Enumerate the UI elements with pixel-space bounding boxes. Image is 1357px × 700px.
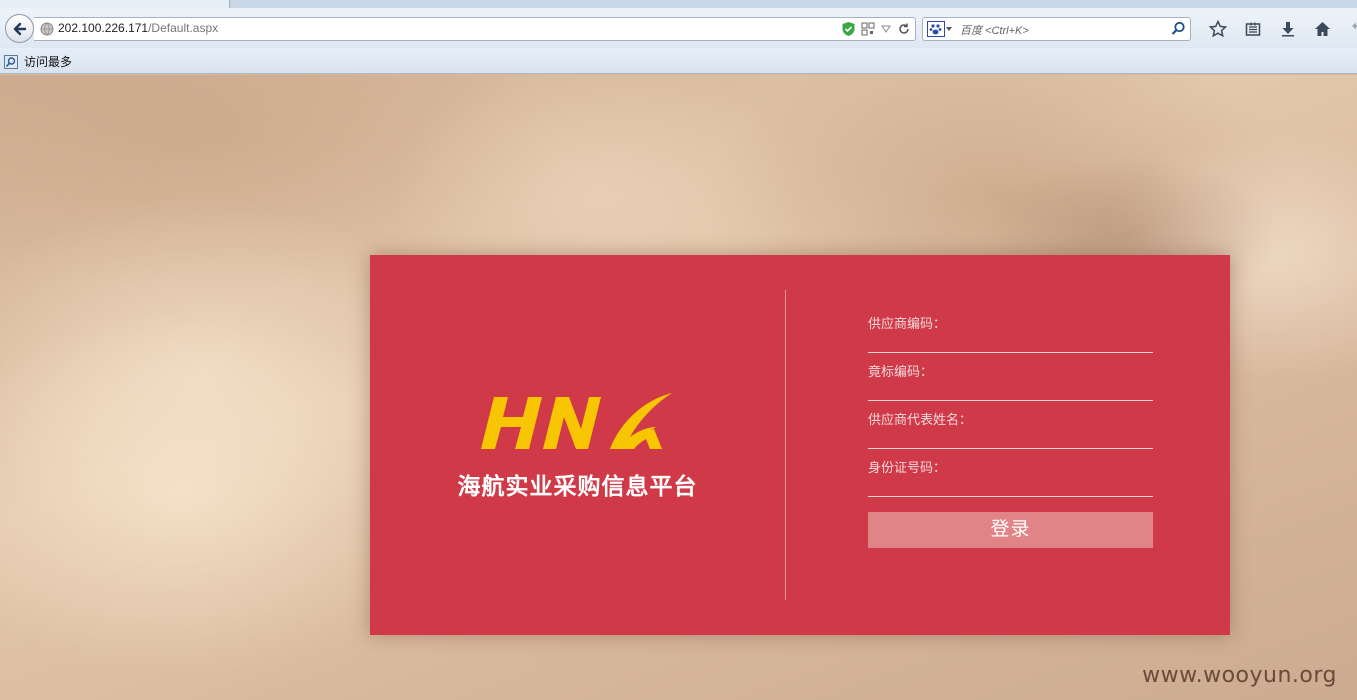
id-number-field[interactable]: 身份证号码： (868, 449, 1153, 497)
engine-dropdown-icon (946, 27, 952, 31)
bookmark-star-button[interactable] (1200, 18, 1235, 40)
bookmark-most-visited[interactable]: 访问最多 (4, 53, 72, 70)
search-placeholder: 百度 <Ctrl+K> (960, 25, 1029, 37)
bid-code-field[interactable]: 竟标编码： (868, 353, 1153, 401)
id-number-input[interactable] (868, 449, 1153, 481)
back-arrow-icon (13, 22, 26, 35)
search-bar[interactable]: 百度 <Ctrl+K> (922, 17, 1191, 41)
baidu-paw-icon (927, 21, 945, 37)
tab-strip (0, 0, 1357, 8)
navigation-toolbar: 202.100.226.171/Default.aspx 百度 <Ctrl+K> (0, 8, 1357, 48)
address-bar[interactable]: 202.100.226.171/Default.aspx (34, 17, 916, 41)
back-button[interactable] (5, 14, 34, 43)
vertical-divider (785, 290, 786, 600)
supplier-code-field[interactable]: 供应商编码： (868, 305, 1153, 353)
active-tab[interactable] (0, 0, 230, 8)
login-form: 供应商编码： 竟标编码： 供应商代表姓名： 身份证号码： (868, 305, 1153, 497)
url-path: /Default.aspx (148, 21, 219, 35)
search-magnifier-icon[interactable] (1171, 21, 1186, 36)
undo-icon (1351, 22, 1357, 30)
url-text: 202.100.226.171/Default.aspx (58, 21, 218, 35)
dropdown-arrow-icon[interactable] (880, 23, 892, 35)
representative-name-field[interactable]: 供应商代表姓名： (868, 401, 1153, 449)
login-card: 海航实业采购信息平台 供应商编码： 竟标编码： 供应商代表姓名： 身份证号码： … (370, 255, 1230, 635)
download-icon (1281, 22, 1294, 37)
reading-list-icon (1245, 22, 1260, 36)
download-button[interactable] (1270, 18, 1305, 40)
page-content: 海航实业采购信息平台 供应商编码： 竟标编码： 供应商代表姓名： 身份证号码： … (0, 75, 1357, 700)
bookmarks-toolbar: 访问最多 (0, 48, 1357, 74)
bid-code-input[interactable] (868, 353, 1153, 385)
supplier-code-input[interactable] (868, 305, 1153, 337)
undo-button[interactable] (1340, 18, 1357, 40)
login-button[interactable]: 登录 (868, 512, 1153, 548)
security-shield-icon[interactable] (841, 21, 856, 37)
platform-title: 海航实业采购信息平台 (457, 474, 698, 500)
search-engine-selector[interactable] (927, 21, 955, 37)
watermark-text: www.wooyun.org (1142, 663, 1337, 688)
star-icon (1208, 20, 1227, 38)
bookmark-search-icon (4, 54, 18, 69)
bookmark-label: 访问最多 (24, 55, 73, 69)
globe-icon (40, 22, 54, 36)
reading-list-button[interactable] (1235, 18, 1270, 40)
hna-logo (481, 393, 672, 449)
representative-name-input[interactable] (868, 401, 1153, 433)
home-button[interactable] (1305, 18, 1340, 40)
reload-icon[interactable] (897, 22, 911, 36)
address-bar-icons (841, 21, 911, 37)
qr-code-icon[interactable] (861, 22, 875, 36)
toolbar-icons (1200, 18, 1357, 40)
home-icon (1315, 22, 1330, 36)
url-host: 202.100.226.171 (58, 21, 149, 35)
